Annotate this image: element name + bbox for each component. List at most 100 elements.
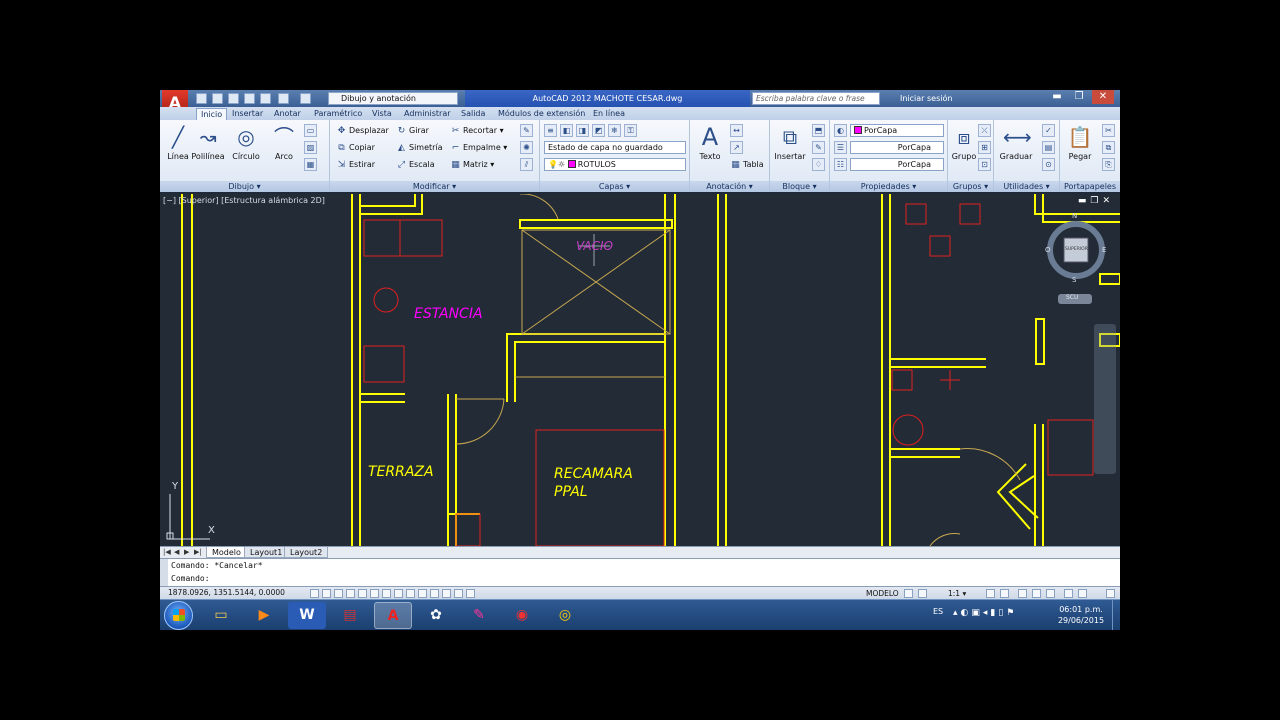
erase-icon[interactable]: ✎ — [520, 124, 533, 137]
maximize-button[interactable]: ❐ — [1068, 90, 1090, 104]
dyn-icon[interactable] — [418, 589, 427, 598]
first-layout-icon[interactable]: |◀ — [163, 547, 171, 558]
new-file-icon[interactable] — [196, 93, 207, 104]
rectangle-icon[interactable]: ▭ — [304, 124, 317, 137]
autocad-taskbar-icon[interactable]: A — [374, 602, 412, 629]
osnap-icon[interactable] — [370, 589, 379, 598]
recortar-button[interactable]: ✂ Recortar ▾ — [450, 124, 504, 138]
auto-scale-icon[interactable] — [1000, 589, 1009, 598]
tab-inicio[interactable]: Inicio — [196, 108, 228, 120]
group-edit-icon[interactable]: ⊞ — [978, 141, 991, 154]
layer-properties-icon[interactable]: ≡ — [544, 124, 557, 137]
tab-insertar[interactable]: Insertar — [228, 108, 267, 120]
isolate-objects-icon[interactable] — [1064, 589, 1073, 598]
snipping-icon[interactable]: ✿ — [417, 602, 455, 629]
create-block-icon[interactable]: ⬒ — [812, 124, 825, 137]
tab-layout2[interactable]: Layout2 — [284, 547, 329, 558]
winrar-icon[interactable]: ▤ — [331, 602, 369, 629]
lineweight-icon[interactable]: ☰ — [834, 141, 847, 154]
open-file-icon[interactable] — [212, 93, 223, 104]
quick-properties-icon[interactable] — [454, 589, 463, 598]
next-layout-icon[interactable]: ▶ — [184, 547, 189, 558]
system-tray[interactable]: ▴◐▣◂▮▯⚑ — [953, 608, 1017, 618]
taskbar-clock[interactable]: 06:01 p.m. 29/06/2015 — [1056, 604, 1106, 626]
viewcube-east[interactable]: E — [1102, 246, 1106, 254]
command-line-grip[interactable] — [160, 559, 168, 587]
grid-icon[interactable] — [334, 589, 343, 598]
viewcube-ucs-menu[interactable]: SCU — [1066, 294, 1078, 301]
tab-en-linea[interactable]: En línea — [589, 108, 629, 120]
login-button[interactable]: Iniciar sesión — [900, 92, 952, 105]
word-icon[interactable]: W — [288, 602, 326, 629]
viewcube-west[interactable]: O — [1045, 246, 1051, 254]
table-draw-icon[interactable]: ▦ — [304, 158, 317, 171]
panel-dibujo-title[interactable]: Dibujo ▾ — [160, 181, 329, 192]
otrack-icon[interactable] — [394, 589, 403, 598]
print-icon[interactable] — [260, 93, 271, 104]
panel-capas-title[interactable]: Capas ▾ — [540, 181, 689, 192]
circulo-button[interactable]: ◎ Círculo — [228, 124, 264, 161]
tab-vista[interactable]: Vista — [368, 108, 396, 120]
simetria-button[interactable]: ◭ Simetría — [396, 141, 443, 155]
explode-icon[interactable]: ✺ — [520, 141, 533, 154]
viewcube-south[interactable]: S — [1072, 276, 1076, 284]
attribute-icon[interactable]: ♢ — [812, 158, 825, 171]
polilinea-button[interactable]: ↝ Polilínea — [190, 124, 226, 161]
drawing-canvas[interactable]: [−] [Superior] [Estructura alámbrica 2D]… — [160, 194, 1120, 546]
offset-icon[interactable]: ⫽ — [520, 158, 533, 171]
viewport-label[interactable]: [−] [Superior] [Estructura alámbrica 2D] — [163, 196, 325, 205]
panel-grupos-title[interactable]: Grupos ▾ — [948, 181, 993, 192]
ducs-icon[interactable] — [406, 589, 415, 598]
lock-icon[interactable] — [1032, 589, 1041, 598]
search-input[interactable]: Escriba palabra clave o frase — [752, 92, 880, 105]
color-select[interactable]: PorCapa — [850, 124, 944, 137]
hardware-acceleration-icon[interactable] — [1046, 589, 1055, 598]
tab-anotar[interactable]: Anotar — [270, 108, 305, 120]
viewcube-north[interactable]: N — [1072, 212, 1077, 220]
layer-off-icon[interactable]: ◩ — [592, 124, 605, 137]
ungroup-icon[interactable]: ⤫ — [978, 124, 991, 137]
tab-layout1[interactable]: Layout1 — [244, 547, 289, 558]
infer-constraints-icon[interactable] — [310, 589, 319, 598]
lineweight-toggle-icon[interactable] — [430, 589, 439, 598]
close-button[interactable]: ✕ — [1092, 90, 1114, 104]
match-properties-icon[interactable]: ◐ — [834, 124, 847, 137]
group-select-icon[interactable]: ⊡ — [978, 158, 991, 171]
grupo-button[interactable]: ⧈ Grupo — [946, 124, 982, 161]
insertar-button[interactable]: ⧉ Insertar — [772, 124, 808, 161]
selection-cycling-icon[interactable] — [466, 589, 475, 598]
matriz-button[interactable]: ▦ Matriz ▾ — [450, 158, 494, 172]
id-point-icon[interactable]: ⊙ — [1042, 158, 1055, 171]
clean-screen-icon[interactable] — [1106, 589, 1115, 598]
quick-select-icon[interactable]: ✓ — [1042, 124, 1055, 137]
tab-modulos[interactable]: Módulos de extensión — [494, 108, 589, 120]
girar-button[interactable]: ↻ Girar — [396, 124, 429, 138]
workspace-switch-icon[interactable] — [1018, 589, 1027, 598]
explorer-icon[interactable]: ▭ — [202, 602, 240, 629]
last-layout-icon[interactable]: ▶| — [194, 547, 202, 558]
arco-button[interactable]: ⌒ Arco — [266, 124, 302, 161]
workspace-select[interactable]: Dibujo y anotación — [328, 92, 458, 105]
quick-view-layouts-icon[interactable] — [904, 589, 913, 598]
viewcube-face[interactable]: SUPERIOR — [1065, 247, 1088, 252]
layer-lock-icon[interactable]: ⚿ — [624, 124, 637, 137]
tabla-button[interactable]: ▦ Tabla — [730, 158, 763, 172]
tab-parametrico[interactable]: Paramétrico — [310, 108, 366, 120]
match-icon[interactable]: ⎘ — [1102, 158, 1115, 171]
start-button[interactable] — [164, 601, 193, 630]
media-player-icon[interactable]: ▶ — [245, 602, 283, 629]
quick-view-drawings-icon[interactable] — [918, 589, 927, 598]
panel-anotacion-title[interactable]: Anotación ▾ — [690, 181, 769, 192]
layer-state-icon[interactable]: ◧ — [560, 124, 573, 137]
dimension-icon[interactable]: ↔ — [730, 124, 743, 137]
redo-icon[interactable] — [300, 93, 311, 104]
escala-button[interactable]: ⤢ Escala — [396, 158, 435, 172]
panel-portapapeles-title[interactable]: Portapapeles — [1060, 181, 1120, 192]
3d-osnap-icon[interactable] — [382, 589, 391, 598]
pegar-button[interactable]: 📋 Pegar — [1062, 124, 1098, 161]
viewport-controls[interactable]: ▬❐✕ — [1078, 196, 1114, 206]
texto-button[interactable]: A Texto — [692, 124, 728, 161]
layer-freeze-icon[interactable]: ❄ — [608, 124, 621, 137]
coordinates-readout[interactable]: 1878.0926, 1351.5144, 0.0000 — [168, 587, 285, 599]
linetype-icon[interactable]: ☷ — [834, 158, 847, 171]
